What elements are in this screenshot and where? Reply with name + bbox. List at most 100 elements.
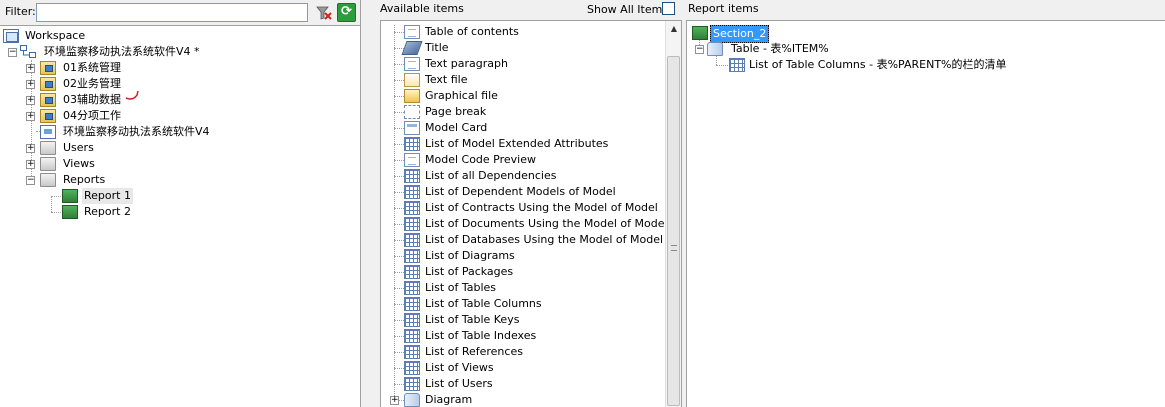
available-item-label: List of Views	[425, 361, 494, 374]
available-items-title: Available items	[380, 2, 464, 15]
table-list-icon	[404, 313, 420, 327]
tree-label: Users	[63, 141, 94, 154]
title-icon	[401, 41, 423, 55]
refresh-icon[interactable]: ⟳	[337, 3, 356, 22]
available-items-list: Table of contents Title Text paragraph Text…	[381, 21, 666, 407]
grip-icon	[671, 245, 677, 251]
folder-icon	[40, 157, 56, 171]
table-list-icon	[404, 281, 420, 295]
available-item-label: List of Databases Using the Model of Mod…	[425, 233, 664, 246]
available-item-label: List of Table Columns	[425, 297, 542, 310]
available-item-label: List of Dependent Models of Model	[425, 185, 616, 198]
red-annotation-mark	[125, 90, 139, 100]
package-icon	[40, 61, 56, 75]
table-list-icon	[404, 377, 420, 391]
table-list-icon	[729, 58, 745, 72]
available-item-label: List of Model Extended Attributes	[425, 137, 609, 150]
table-list-icon	[404, 345, 420, 359]
available-item-label: Graphical file	[425, 89, 498, 102]
available-item-label: Page break	[425, 105, 487, 118]
available-items-panel: Table of contents Title Text paragraph Text…	[380, 20, 682, 407]
table-list-icon	[404, 169, 420, 183]
available-item-label: List of Table Keys	[425, 313, 520, 326]
workspace-icon	[3, 29, 19, 43]
expand-icon[interactable]: +	[26, 96, 35, 105]
available-item-label: List of Contracts Using the Model of Mod…	[425, 201, 658, 214]
graphical-file-icon	[404, 89, 420, 103]
available-item-label: List of Documents Using the Model of Mod…	[425, 217, 666, 230]
available-item-label: List of Table Indexes	[425, 329, 537, 342]
report-icon	[62, 205, 78, 219]
expand-icon[interactable]: +	[26, 144, 35, 153]
code-preview-icon	[404, 153, 420, 167]
available-item-label: List of Packages	[425, 265, 514, 278]
table-list-icon	[404, 329, 420, 343]
scroll-up-icon[interactable]: ▲	[666, 21, 682, 37]
table-list-icon	[404, 233, 420, 247]
open-folder-icon	[40, 173, 56, 187]
tree-label: List of Table Columns - 表%PARENT%的栏的清单	[749, 58, 1007, 71]
filter-input[interactable]	[36, 3, 308, 22]
available-item-label: Table of contents	[425, 25, 519, 38]
table-list-icon	[404, 137, 420, 151]
tree-label: 环境监察移动执法系统软件V4	[63, 125, 210, 138]
expand-icon[interactable]: +	[390, 396, 399, 405]
table-list-icon	[404, 297, 420, 311]
package-icon	[40, 93, 56, 107]
scroll-thumb[interactable]	[667, 56, 680, 406]
available-item-label: List of all Dependencies	[425, 169, 557, 182]
page-break-icon	[404, 105, 420, 119]
collapse-icon[interactable]: −	[26, 176, 35, 185]
tree-label: Table - 表%ITEM%	[731, 42, 829, 55]
available-item-label: List of References	[425, 345, 523, 358]
collapse-icon[interactable]: −	[695, 45, 704, 54]
available-item-label: Model Code Preview	[425, 153, 536, 166]
tree-label: 02业务管理	[63, 77, 121, 90]
available-item-label: List of Tables	[425, 281, 497, 294]
tree-label: 04分项工作	[63, 109, 121, 122]
table-list-icon	[404, 265, 420, 279]
show-all-label: Show All Items	[587, 3, 669, 16]
available-item-label: Text paragraph	[425, 57, 508, 70]
collapse-icon[interactable]: −	[8, 48, 17, 57]
text-file-icon	[404, 73, 420, 87]
available-items-pane: Available items Show All Items Table of …	[376, 0, 682, 407]
tree-label: 环境监察移动执法系统软件V4 *	[44, 45, 200, 58]
toc-icon	[404, 25, 420, 39]
available-item-label: Diagram	[425, 393, 473, 406]
expand-icon[interactable]: +	[26, 112, 35, 121]
tree-label: 01系统管理	[63, 61, 121, 74]
available-item-label: Title	[425, 41, 449, 54]
tree-label: Reports	[63, 173, 106, 186]
report-items-tree: Section_2 − Table - 表%ITEM% List of Tabl…	[686, 20, 1165, 407]
tree-label: Views	[63, 157, 95, 170]
expand-icon[interactable]: +	[26, 80, 35, 89]
available-item-label: Model Card	[425, 121, 488, 134]
table-list-icon	[404, 361, 420, 375]
clear-filter-icon[interactable]	[315, 4, 333, 22]
package-icon	[40, 77, 56, 91]
expand-icon[interactable]: +	[26, 160, 35, 169]
table-list-icon	[404, 249, 420, 263]
show-all-checkbox[interactable]	[662, 2, 675, 15]
tree-label: 03辅助数据	[63, 93, 121, 106]
browser-pane: Filter: ⟳ Workspace − 环境监察移动执法系统软件V4 * +…	[0, 0, 361, 407]
section-icon	[692, 26, 708, 40]
filter-label: Filter:	[5, 5, 36, 18]
report-items-title: Report items	[688, 2, 759, 15]
filter-bar: Filter: ⟳	[0, 0, 361, 25]
tree-label: Report 1	[82, 188, 133, 204]
available-items-header: Available items Show All Items	[376, 0, 682, 20]
text-paragraph-icon	[404, 57, 420, 71]
expand-icon[interactable]: +	[26, 64, 35, 73]
tree-label: Report 2	[84, 205, 131, 218]
table-list-icon	[404, 201, 420, 215]
vertical-scrollbar[interactable]: ▲	[665, 21, 681, 407]
diagram-icon	[404, 393, 420, 407]
available-item-label: List of Users	[425, 377, 493, 390]
tree-label: Workspace	[25, 29, 86, 42]
book-icon	[707, 42, 723, 56]
project-icon	[20, 45, 36, 59]
available-item-label: List of Diagrams	[425, 249, 515, 262]
available-item-label: Text file	[425, 73, 468, 86]
